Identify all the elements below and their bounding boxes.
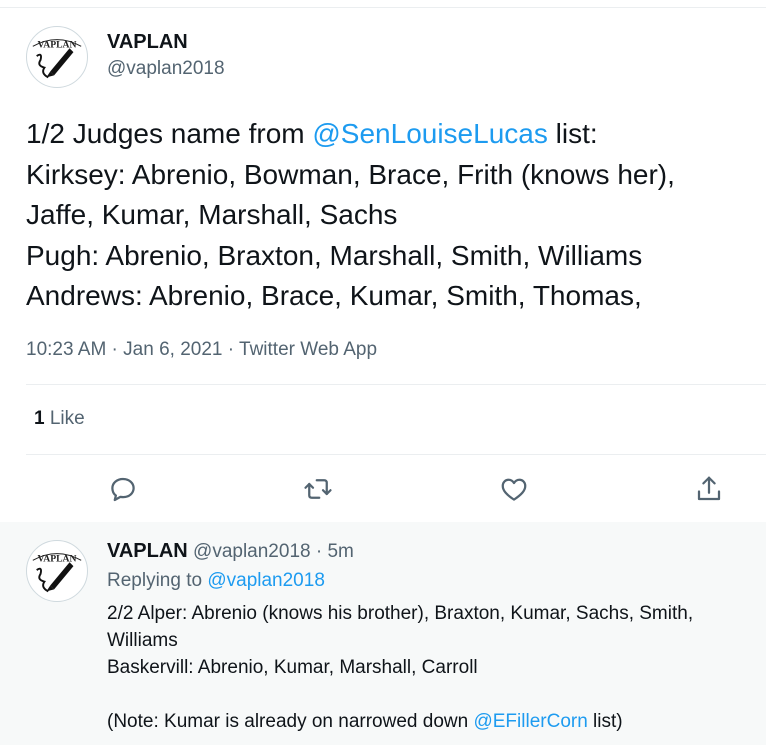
reply-author-handle[interactable]: @vaplan2018 bbox=[188, 541, 311, 562]
replying-to-link[interactable]: @vaplan2018 bbox=[207, 570, 325, 591]
reply-line: (Note: Kumar is already on narrowed down… bbox=[107, 708, 757, 735]
heart-icon bbox=[501, 478, 527, 501]
tweet-source[interactable]: Twitter Web App bbox=[239, 339, 377, 360]
replying-prefix: Replying to bbox=[107, 570, 208, 591]
meta-separator: · bbox=[310, 541, 328, 562]
top-divider bbox=[0, 7, 766, 8]
tweet-text-segment: list: bbox=[547, 118, 598, 149]
retweet-icon bbox=[304, 479, 332, 499]
tweet-text-segment: 1/2 Judges name from bbox=[26, 118, 313, 149]
tweet-line: Andrews: Abrenio, Brace, Kumar, Smith, T… bbox=[26, 280, 642, 311]
reply-time[interactable]: 5m bbox=[327, 541, 353, 562]
tweet-line: 1/2 Judges name from @SenLouiseLucas lis… bbox=[26, 114, 756, 155]
divider bbox=[26, 454, 766, 455]
avatar-logo-text: VAPLAN bbox=[38, 39, 77, 50]
tweet-line: Pugh: Abrenio, Braxton, Marshall, Smith,… bbox=[26, 239, 643, 271]
reply-button[interactable] bbox=[108, 474, 138, 504]
reply-line: Baskervill: Abrenio, Kumar, Marshall, Ca… bbox=[107, 657, 478, 678]
author-handle[interactable]: @vaplan2018 bbox=[107, 58, 225, 80]
vaplan-logo-icon: VAPLAN bbox=[32, 39, 82, 79]
reply-text: 2/2 Alper: Abrenio (knows his brother), … bbox=[107, 600, 757, 735]
like-count-label: Like bbox=[44, 408, 85, 429]
like-count-number: 1 bbox=[34, 408, 45, 429]
tweet-date[interactable]: Jan 6, 2021 bbox=[123, 339, 222, 360]
likes-count[interactable]: 1 Like bbox=[34, 408, 85, 430]
tweet-text: 1/2 Judges name from @SenLouiseLucas lis… bbox=[26, 114, 756, 317]
reply-header: VAPLAN @vaplan2018 · 5m bbox=[107, 540, 354, 563]
share-button[interactable] bbox=[694, 474, 724, 504]
tweet-time[interactable]: 10:23 AM bbox=[26, 339, 106, 360]
share-icon bbox=[697, 476, 721, 501]
meta-separator: · bbox=[222, 339, 240, 360]
author-name[interactable]: VAPLAN bbox=[107, 31, 188, 54]
tweet-meta: 10:23 AM · Jan 6, 2021 · Twitter Web App bbox=[26, 339, 377, 361]
replying-to: Replying to @vaplan2018 bbox=[107, 570, 325, 592]
avatar[interactable]: VAPLAN bbox=[26, 26, 88, 88]
reply-line: 2/2 Alper: Abrenio (knows his brother), … bbox=[107, 603, 694, 624]
tweet-line: Kirksey: Abrenio, Bowman, Brace, Frith (… bbox=[26, 158, 675, 190]
reply-icon bbox=[111, 477, 135, 502]
reply-text-segment: list) bbox=[587, 711, 623, 732]
like-button[interactable] bbox=[499, 474, 529, 504]
reply-line: Williams bbox=[107, 630, 178, 651]
reply-author-name[interactable]: VAPLAN bbox=[107, 540, 188, 562]
meta-separator: · bbox=[106, 339, 124, 360]
retweet-button[interactable] bbox=[303, 474, 333, 504]
tweet-line: Jaffe, Kumar, Marshall, Sachs bbox=[26, 199, 398, 230]
mention-link[interactable]: @SenLouiseLucas bbox=[312, 118, 547, 149]
mention-link[interactable]: @EFillerCorn bbox=[473, 711, 587, 732]
reply-text-segment: (Note: Kumar is already on narrowed down bbox=[107, 711, 474, 732]
divider bbox=[26, 384, 766, 385]
avatar-logo-text: VAPLAN bbox=[38, 553, 77, 564]
vaplan-logo-icon: VAPLAN bbox=[32, 553, 82, 593]
reply-avatar[interactable]: VAPLAN bbox=[26, 540, 88, 602]
